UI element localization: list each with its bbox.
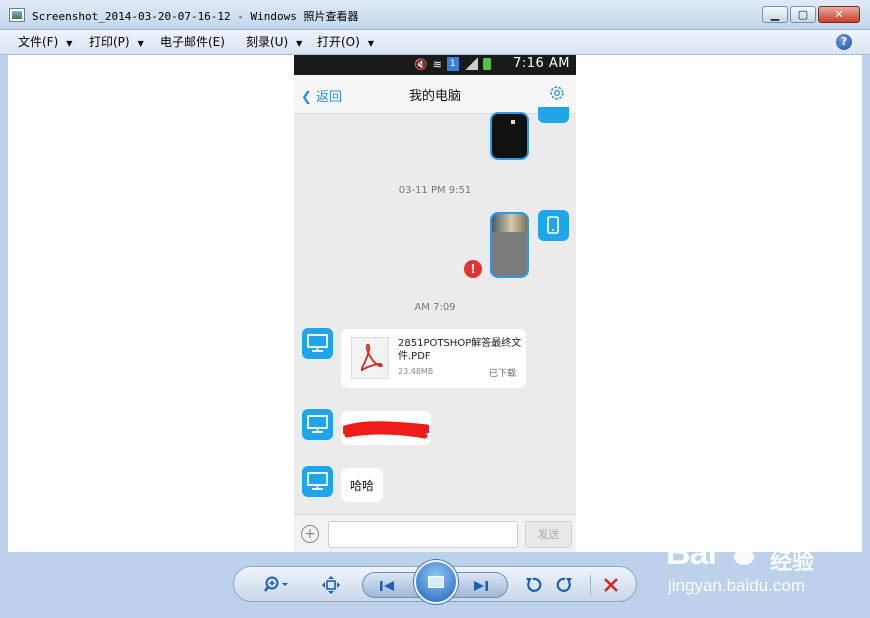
computer-monitor-icon [307, 334, 328, 352]
menu-email-label: 电子邮件(E) [160, 35, 225, 49]
maximize-button[interactable]: ▢ [790, 6, 816, 23]
minimize-button[interactable]: ▁ [762, 6, 788, 23]
delete-icon [604, 578, 618, 592]
sim-badge: 1 [446, 57, 459, 71]
rotate-right-icon [556, 577, 572, 592]
redaction-scribble [343, 421, 429, 439]
timestamp: 03-11 PM 9:51 [398, 185, 472, 196]
close-button[interactable]: ✕ [818, 6, 860, 23]
watermark-brand: Bai [666, 534, 717, 572]
photo-viewer-app-icon [9, 8, 25, 22]
gear-icon[interactable] [548, 84, 566, 102]
chat-title: 我的电脑 [408, 89, 461, 104]
avatar-computer [302, 328, 333, 359]
send-error-icon[interactable]: ! [464, 260, 482, 278]
computer-monitor-icon [307, 472, 328, 490]
timestamp: AM 7:09 [414, 302, 456, 313]
slideshow-icon [428, 576, 444, 588]
plus-icon[interactable]: + [301, 525, 319, 543]
image-message-photo[interactable] [490, 212, 529, 278]
menu-email[interactable]: 电子邮件(E) [160, 33, 225, 52]
rotate-left-icon [526, 577, 542, 592]
smartphone-icon [547, 216, 559, 234]
rotate-left-button[interactable] [522, 575, 544, 595]
close-icon: ✕ [834, 8, 844, 21]
minimize-icon: ▁ [770, 8, 780, 21]
window-title: Screenshot_2014-03-20-07-16-12 - Windows… [32, 10, 359, 23]
menu-burn-label: 刻录(U) [246, 35, 289, 49]
menu-open-label: 打开(O) [317, 35, 360, 49]
paw-logo-icon [729, 533, 761, 565]
fit-icon [322, 576, 340, 594]
window-caption-buttons: ▁ ▢ ✕ [762, 6, 860, 23]
dropdown-arrow-icon: ▼ [296, 39, 303, 48]
battery-icon [482, 58, 491, 70]
previous-button[interactable] [373, 577, 401, 594]
message-input[interactable] [328, 521, 518, 548]
status-bar: 🔇 ≋ 1 7:16 AM [294, 55, 576, 75]
baidu-jingyan-watermark: Bai 经验 jingyan.baidu.com [666, 530, 866, 600]
file-message[interactable]: 2851POTSHOP解答最终文件.PDF 23.48MB 已下载 [341, 329, 526, 388]
fit-to-window-button[interactable] [320, 575, 342, 595]
maximize-icon: ▢ [797, 8, 809, 21]
next-button[interactable] [467, 577, 495, 594]
phone-screenshot: 🔇 ≋ 1 7:16 AM ❮ 返回 我的电脑 03-11 PM 9:51 ! … [294, 55, 576, 552]
file-name: 2851POTSHOP解答最终文件.PDF [398, 338, 522, 362]
help-icon[interactable]: ? [836, 34, 852, 50]
mute-icon: 🔇 [414, 57, 428, 71]
avatar-computer [302, 409, 333, 440]
status-time: 7:16 AM [513, 56, 570, 71]
zoom-icon [264, 576, 288, 592]
wifi-icon: ≋ [432, 57, 442, 71]
acrobat-logo-icon [361, 343, 383, 372]
file-size: 23.48MB [398, 367, 434, 376]
signal-icon [463, 58, 478, 70]
chat-input-bar: + 发送 [294, 514, 576, 552]
avatar-computer [302, 466, 333, 497]
menu-print-label: 打印(P) [89, 35, 130, 49]
computer-monitor-icon [307, 415, 328, 433]
previous-icon [380, 580, 394, 591]
text-message[interactable]: 哈哈 [341, 468, 383, 502]
image-message-dark[interactable] [490, 112, 529, 160]
rotate-right-button[interactable] [554, 575, 576, 595]
menu-file-label: 文件(F) [18, 35, 59, 49]
toolbar-divider [590, 575, 591, 595]
file-status: 已下载 [488, 369, 516, 379]
pdf-file-icon [351, 337, 389, 379]
zoom-button[interactable] [262, 575, 292, 595]
image-detail [511, 120, 515, 124]
menu-burn[interactable]: 刻录(U) ▼ [246, 33, 302, 52]
send-button[interactable]: 发送 [525, 521, 572, 548]
dropdown-arrow-icon: ▼ [137, 39, 144, 48]
dropdown-arrow-icon: ▼ [367, 39, 374, 48]
menu-open[interactable]: 打开(O) ▼ [317, 33, 374, 52]
message-text: 哈哈 [350, 479, 375, 493]
avatar-phone [538, 210, 569, 241]
menu-file[interactable]: 文件(F) ▼ [18, 33, 72, 52]
next-icon [474, 580, 488, 591]
watermark-brand-cn: 经验 [770, 550, 815, 575]
delete-button[interactable] [600, 575, 622, 595]
menu-print[interactable]: 打印(P) ▼ [89, 33, 144, 52]
menu-bar: 文件(F) ▼ 打印(P) ▼ 电子邮件(E) 刻录(U) ▼ 打开(O) ▼ ? [0, 30, 870, 55]
watermark-url: jingyan.baidu.com [668, 576, 806, 595]
redacted-message[interactable] [341, 411, 431, 445]
status-icons: 🔇 ≋ 1 [414, 57, 491, 71]
chat-nav-bar: ❮ 返回 我的电脑 [294, 75, 576, 114]
slideshow-button[interactable] [414, 560, 458, 604]
avatar-phone [538, 107, 569, 123]
photo-thumbnail [492, 214, 527, 232]
dropdown-arrow-icon: ▼ [66, 39, 73, 48]
window-titlebar: Screenshot_2014-03-20-07-16-12 - Windows… [0, 0, 870, 30]
